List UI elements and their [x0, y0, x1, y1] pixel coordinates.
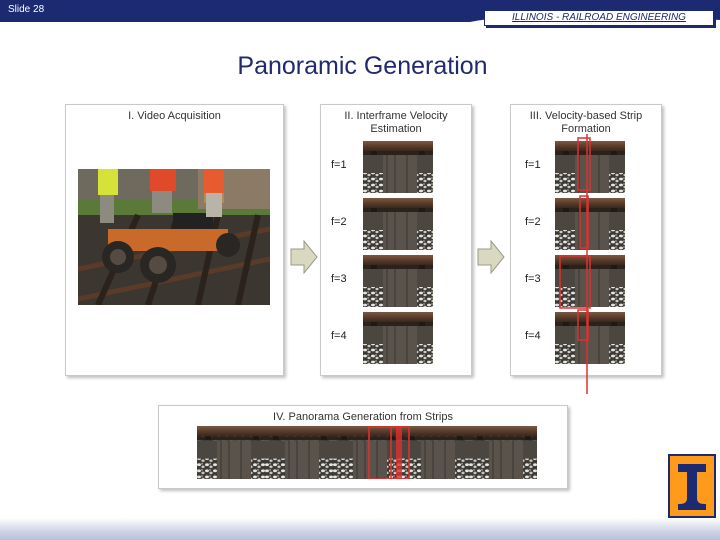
panel-title-strip-1: III. Velocity-based Strip [529, 110, 643, 122]
velocity-frame-3 [363, 255, 433, 307]
process-arrow-icon [290, 240, 318, 274]
acquisition-photo [78, 169, 270, 305]
velocity-frame-2 [363, 198, 433, 250]
panel-velocity-estimation: II. Interframe Velocity Estimation f=1 f… [320, 104, 472, 376]
velocity-frame-1 [363, 141, 433, 193]
footer-bar [0, 518, 720, 540]
rail-logo-shape [678, 464, 706, 510]
frame-label-1: f=1 [331, 159, 347, 171]
process-arrow-icon [477, 240, 505, 274]
frame-label-4: f=4 [331, 330, 347, 342]
frame-label-3: f=3 [525, 273, 541, 285]
frame-label-1: f=1 [525, 159, 541, 171]
frame-label-2: f=2 [525, 216, 541, 228]
panel-panorama-generation: IV. Panorama Generation from Strips [158, 405, 568, 489]
panel-video-acquisition: I. Video Acquisition [65, 104, 284, 376]
slide-number: Slide 28 [8, 4, 45, 15]
panel-title-acquisition: I. Video Acquisition [128, 110, 221, 122]
strip-selection-overlay [559, 134, 591, 394]
panel-title-panorama: IV. Panorama Generation from Strips [273, 411, 453, 423]
organization-label: ILLINOIS - RAILROAD ENGINEERING [512, 12, 686, 23]
panel-title-velocity-2: Estimation [370, 123, 422, 135]
panorama-image [197, 426, 537, 479]
organization-tag: ILLINOIS - RAILROAD ENGINEERING [484, 10, 714, 26]
frame-label-4: f=4 [525, 330, 541, 342]
rail-logo-icon [668, 454, 716, 518]
frame-label-2: f=2 [331, 216, 347, 228]
slide-title: Panoramic Generation [237, 52, 488, 80]
panel-title-velocity-1: II. Interframe Velocity [344, 110, 448, 122]
frame-label-3: f=3 [331, 273, 347, 285]
velocity-frame-4 [363, 312, 433, 364]
